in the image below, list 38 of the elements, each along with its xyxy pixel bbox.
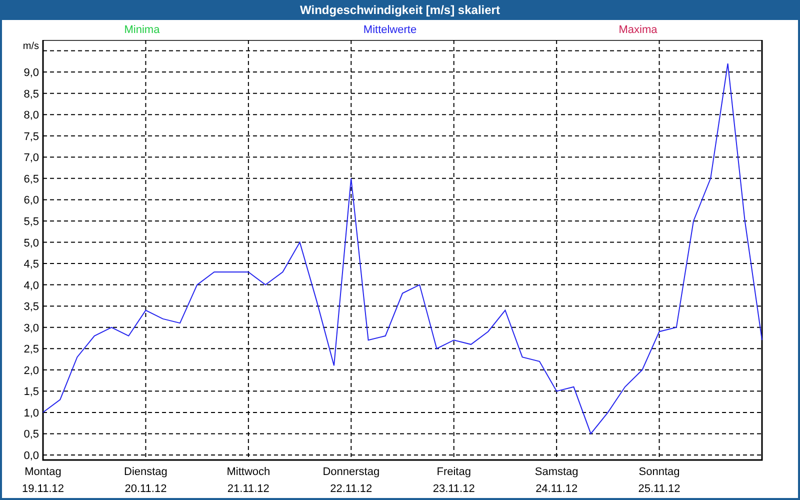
y-tick-label: 6,5 bbox=[24, 173, 39, 186]
y-tick-label: 5,0 bbox=[24, 237, 39, 250]
date-label: 21.11.12 bbox=[227, 483, 270, 495]
window-title: Windgeschwindigkeit [m/s] skaliert bbox=[299, 2, 501, 19]
date-label: 23.11.12 bbox=[432, 483, 475, 495]
y-tick-label: 0,5 bbox=[24, 428, 39, 441]
y-tick-label: 7,0 bbox=[24, 152, 39, 164]
y-tick-label: 4,5 bbox=[24, 258, 39, 271]
legend-label: Minima bbox=[123, 22, 161, 38]
y-tick-label: 9,0 bbox=[24, 67, 39, 80]
y-tick-label: 3,0 bbox=[24, 322, 39, 334]
legend-label: Mittelwerte bbox=[362, 22, 418, 38]
date-label: 22.11.12 bbox=[330, 483, 372, 495]
y-tick-label: 8,5 bbox=[24, 88, 39, 100]
y-tick-label: 8,0 bbox=[24, 110, 39, 122]
y-tick-label: 2,5 bbox=[24, 344, 39, 356]
date-label: 20.11.12 bbox=[124, 483, 167, 495]
y-tick-label: 3,5 bbox=[24, 301, 39, 314]
unit-label: m/s bbox=[22, 41, 39, 52]
date-label: 25.11.12 bbox=[638, 483, 680, 495]
day-label: Dienstag bbox=[124, 466, 168, 478]
legend-label: Maxima bbox=[618, 22, 658, 38]
y-tick-label: 1,0 bbox=[24, 407, 39, 420]
y-tick-label: 0,0 bbox=[24, 450, 39, 462]
day-label: Montag bbox=[24, 466, 62, 478]
y-tick-label: 7,5 bbox=[24, 130, 39, 143]
day-label: Mittwoch bbox=[226, 466, 270, 478]
date-label: 24.11.12 bbox=[536, 483, 578, 495]
day-label: Sonntag bbox=[638, 466, 680, 478]
date-label: 19.11.12 bbox=[22, 483, 64, 495]
y-tick-label: 2,0 bbox=[24, 364, 39, 377]
y-tick-label: 5,5 bbox=[24, 216, 39, 228]
day-label: Samstag bbox=[534, 466, 578, 478]
y-tick-label: 1,5 bbox=[24, 386, 39, 398]
y-tick-label: 6,0 bbox=[24, 194, 39, 207]
day-label: Donnerstag bbox=[322, 466, 380, 478]
y-tick-label: 4,0 bbox=[24, 280, 39, 292]
day-label: Freitag bbox=[436, 466, 471, 478]
